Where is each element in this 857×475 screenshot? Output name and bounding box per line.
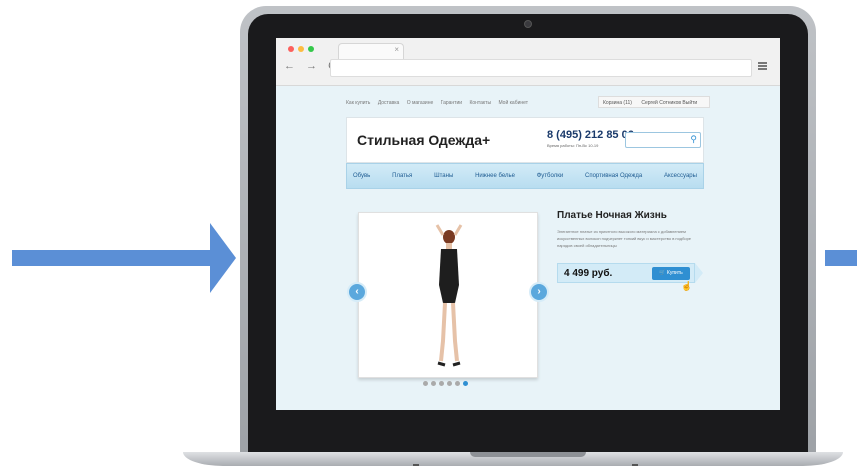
- laptop-screen: × ← → C Как купить Доставка О магазине Г…: [276, 38, 780, 410]
- working-hours: Время работы: Пн-Вс 10-19: [547, 143, 599, 148]
- site-logo[interactable]: Стильная Одежда+: [357, 132, 490, 148]
- menu-item-underwear[interactable]: Нижнее белье: [475, 173, 515, 179]
- top-link-how-to-buy[interactable]: Как купить: [346, 100, 370, 106]
- maximize-window-button[interactable]: [308, 46, 314, 52]
- search-input[interactable]: ⚲: [625, 132, 701, 148]
- top-links: Как купить Доставка О магазине Гарантии …: [346, 100, 534, 106]
- cart-link[interactable]: Корзина (11): [603, 100, 632, 106]
- model-photo: [435, 224, 463, 367]
- arrow-shaft: [12, 250, 212, 266]
- menu-item-shoes[interactable]: Обувь: [353, 173, 370, 179]
- browser-tab[interactable]: ×: [338, 43, 404, 59]
- buy-button[interactable]: 🛒 Купить: [652, 267, 690, 280]
- laptop-foot-right: [632, 464, 638, 466]
- buy-button-label: Купить: [666, 270, 683, 276]
- left-arrow-graphic: [12, 223, 236, 293]
- menu-item-pants[interactable]: Штаны: [434, 173, 453, 179]
- top-link-account[interactable]: Мой кабинет: [498, 100, 528, 106]
- category-menu: Обувь Платья Штаны Нижнее белье Футболки…: [346, 163, 704, 189]
- slider-prev-button[interactable]: ‹: [347, 282, 367, 302]
- site-header: Стильная Одежда+ 8 (495) 212 85 06 Время…: [346, 117, 704, 163]
- browser-chrome: × ← → C: [276, 38, 780, 86]
- close-window-button[interactable]: [288, 46, 294, 52]
- laptop-foot-left: [413, 464, 419, 466]
- camera-icon: [524, 20, 532, 28]
- hamburger-menu-icon[interactable]: [758, 62, 767, 71]
- slider-dot[interactable]: [447, 381, 452, 386]
- hand-cursor-icon: ☝: [681, 281, 693, 291]
- stage: × ← → C Как купить Доставка О магазине Г…: [0, 0, 857, 475]
- top-link-contacts[interactable]: Контакты: [469, 100, 491, 106]
- phone-number: 8 (495) 212 85 06: [547, 129, 634, 141]
- product-slide: [358, 212, 538, 378]
- product-price: 4 499 руб.: [564, 268, 613, 279]
- minimize-window-button[interactable]: [298, 46, 304, 52]
- laptop-notch: [470, 452, 586, 457]
- menu-item-sportswear[interactable]: Спортивная Одежда: [585, 173, 642, 179]
- tab-close-icon[interactable]: ×: [394, 45, 399, 54]
- slider-next-button[interactable]: ›: [529, 282, 549, 302]
- menu-item-accessories[interactable]: Аксессуары: [664, 173, 697, 179]
- user-link[interactable]: Сергей Сотников Выйти: [641, 100, 697, 106]
- price-tag-tip: [695, 263, 703, 283]
- product-description: Элегантное платье из приятного высокого …: [557, 229, 692, 248]
- slider-dot[interactable]: [431, 381, 436, 386]
- arrow-head: [210, 223, 236, 293]
- menu-item-dresses[interactable]: Платья: [392, 173, 412, 179]
- slider-dot[interactable]: [423, 381, 428, 386]
- right-arrow-graphic: [825, 250, 857, 266]
- slider-dots: [423, 381, 468, 386]
- slider-dot[interactable]: [463, 381, 468, 386]
- slider-dot[interactable]: [455, 381, 460, 386]
- menu-item-tshirts[interactable]: Футболки: [537, 173, 563, 179]
- user-bar: Корзина (11) Сергей Сотников Выйти: [598, 96, 711, 108]
- search-icon[interactable]: ⚲: [690, 134, 697, 145]
- price-box: 4 499 руб. 🛒 Купить: [557, 263, 695, 283]
- product-title: Платье Ночная Жизнь: [557, 210, 667, 221]
- top-link-about[interactable]: О магазине: [407, 100, 434, 106]
- top-link-warranty[interactable]: Гарантии: [441, 100, 462, 106]
- address-bar[interactable]: [330, 59, 752, 77]
- slider-dot[interactable]: [439, 381, 444, 386]
- top-link-delivery[interactable]: Доставка: [378, 100, 399, 106]
